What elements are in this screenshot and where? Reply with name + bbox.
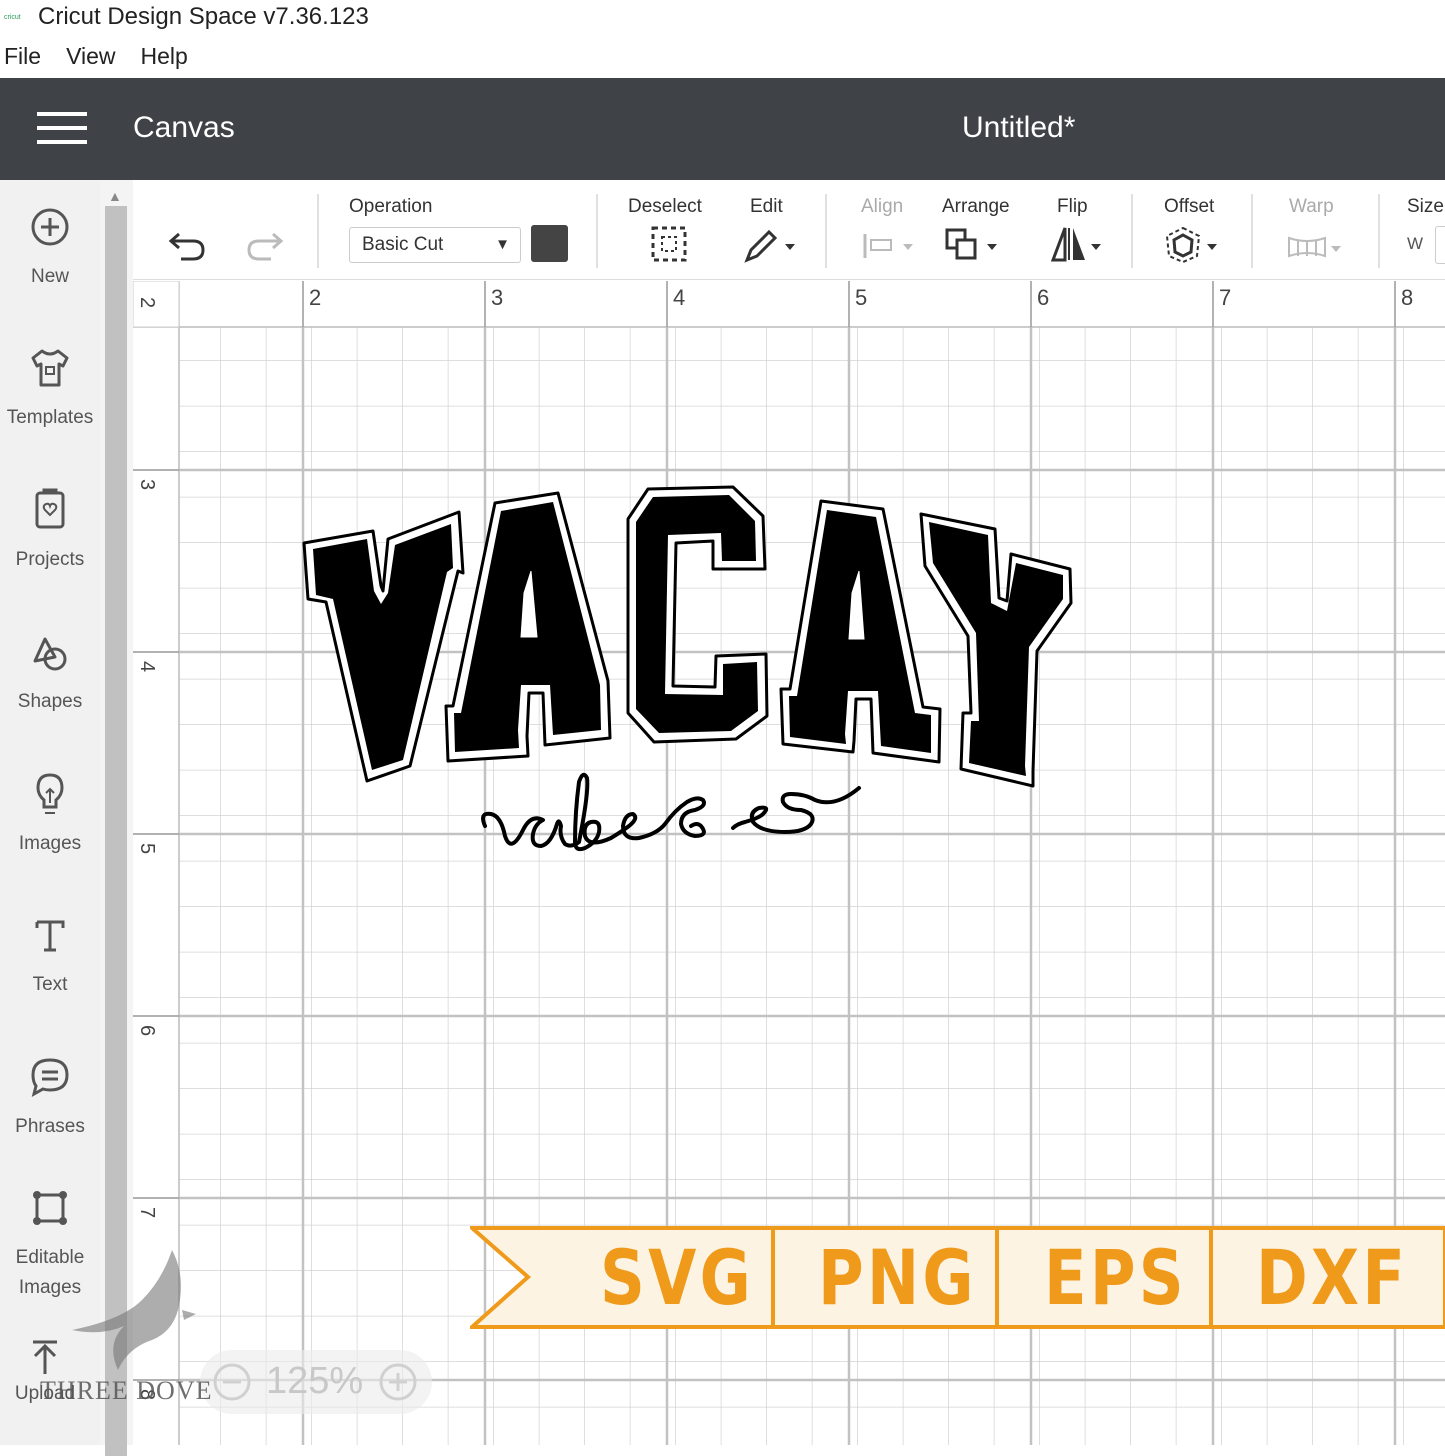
format-eps: EPS [1044,1233,1187,1322]
cricut-logo-icon: cricut [4,13,21,21]
deselect-icon[interactable] [649,224,689,264]
zoom-level: 125% [266,1360,364,1402]
tshirt-icon [31,349,69,387]
title-bar: cricut Cricut Design Space v7.36.123 [0,0,1445,34]
hamburger-menu-icon[interactable] [37,112,87,146]
plus-circle-icon [31,208,69,246]
scroll-up-arrow-icon[interactable]: ▲ [108,188,122,204]
operation-label: Operation [349,196,433,217]
edit-label: Edit [750,196,783,217]
app-header: Canvas Untitled* [0,78,1445,180]
sidebar-item-label: New [30,266,69,287]
sidebar-item-shapes[interactable]: Shapes [0,627,100,718]
color-swatch[interactable] [531,225,568,262]
operation-value: Basic Cut [362,234,444,255]
sidebar-item-label: Projects [15,549,85,570]
sidebar-item-phrases[interactable]: Phrases [0,1052,100,1143]
toolbar-divider [317,194,319,268]
window-title: Cricut Design Space v7.36.123 [38,3,369,30]
sidebar-item-label: Text [32,974,68,995]
size-label: Size [1407,196,1444,217]
size-width-label: W [1407,234,1424,253]
toolbar-divider [596,194,598,268]
lightbulb-icon [36,773,64,814]
sidebar-item-projects[interactable]: Projects [0,485,100,576]
format-dxf: DXF [1256,1233,1409,1322]
menu-file[interactable]: File [4,43,41,70]
sidebar-item-new[interactable]: New [0,202,100,293]
text-icon [35,920,65,952]
sidebar-item-label: Shapes [17,691,83,712]
offset-icon[interactable] [1165,224,1221,264]
header-section-title: Canvas [133,111,235,144]
undo-icon[interactable] [167,224,209,264]
chevron-down-icon: ▼ [495,236,510,253]
sidebar-item-label: Phrases [15,1116,85,1137]
projects-icon [35,488,65,529]
align-icon[interactable] [861,224,917,264]
menu-help[interactable]: Help [141,43,188,70]
menu-view[interactable]: View [66,43,115,70]
align-label: Align [861,196,904,217]
flip-icon[interactable] [1049,224,1105,264]
flip-label: Flip [1057,196,1088,217]
edit-toolbar: Operation Basic Cut ▼ Deselect Edit Alig… [133,180,1445,280]
letter-c-fill [636,495,758,733]
size-width-input[interactable] [1435,226,1445,264]
sidebar-item-label: Templates [6,407,94,428]
sidebar-item-label: Images [18,833,82,854]
offset-label: Offset [1164,196,1215,217]
redo-icon[interactable] [243,224,285,264]
format-png: PNG [818,1233,977,1322]
zoom-in-icon[interactable] [378,1362,418,1402]
editable-images-icon [33,1191,67,1225]
sidebar-item-templates[interactable]: Templates [0,343,100,434]
speech-bubble-icon [31,1058,69,1097]
watermark-text: THREE DOVE [40,1376,213,1405]
menu-bar: File View Help [0,36,1445,76]
arrange-label: Arrange [942,196,1010,217]
toolbar-divider [1131,194,1133,268]
dove-logo-icon [72,1250,196,1370]
format-svg: SVG [600,1233,755,1322]
deselect-label: Deselect [628,196,702,217]
sidebar-item-text[interactable]: Text [0,910,100,1001]
shapes-icon [33,637,67,671]
operation-select[interactable]: Basic Cut ▼ [349,227,521,263]
edit-pencil-icon[interactable] [743,224,799,264]
sidebar-item-images[interactable]: Images [0,769,100,860]
arrange-icon[interactable] [945,224,1001,264]
warp-label: Warp [1289,196,1334,217]
toolbar-divider [1378,194,1380,268]
document-title: Untitled* [962,111,1076,144]
toolbar-divider [825,194,827,268]
zoom-out-icon[interactable] [212,1362,252,1402]
vibes-script [481,772,861,852]
toolbar-divider [1251,194,1253,268]
warp-icon[interactable] [1285,224,1345,264]
upload-icon [33,1340,57,1374]
